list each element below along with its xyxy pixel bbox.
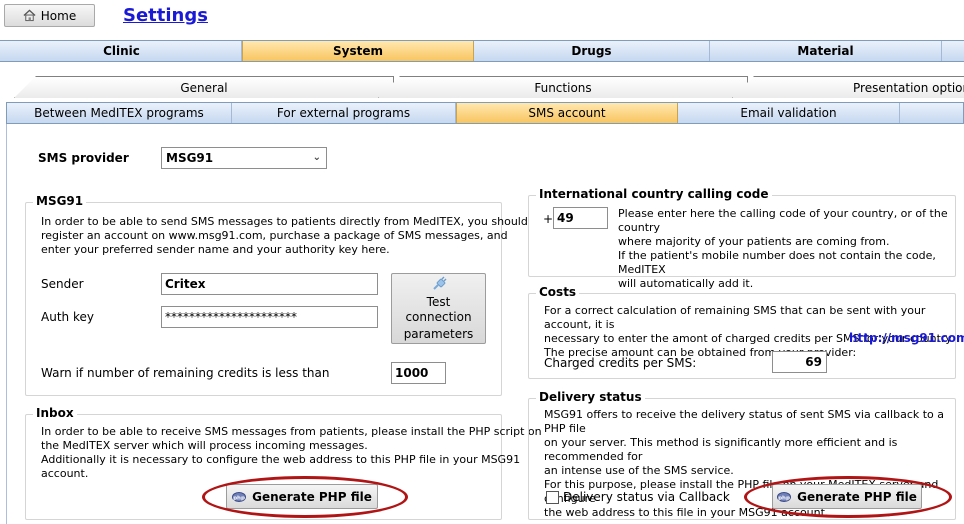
chevron-down-icon: ⌄ xyxy=(312,152,321,163)
tab-sms-account[interactable]: SMS account xyxy=(456,103,678,123)
sms-provider-select[interactable]: MSG91 ⌄ xyxy=(161,147,327,169)
sms-provider-label: SMS provider xyxy=(38,151,129,165)
warn-credits-input[interactable]: 1000 xyxy=(391,362,446,384)
auth-key-label: Auth key xyxy=(41,310,94,324)
calling-code-description: Please enter here the calling code of yo… xyxy=(618,207,948,290)
test-connection-button[interactable]: Test connection parameters xyxy=(391,273,486,344)
msg91-group-title: MSG91 xyxy=(33,194,87,208)
calling-code-plus: + xyxy=(543,212,554,226)
warn-credits-label: Warn if number of remaining credits is l… xyxy=(41,366,330,380)
tab-clinic[interactable]: Clinic xyxy=(2,41,242,61)
inbox-generate-php-button[interactable]: php Generate PHP file xyxy=(226,484,378,509)
main-tab-bar: Clinic System Drugs Material xyxy=(0,40,964,62)
sender-label: Sender xyxy=(41,277,84,291)
home-button[interactable]: Home xyxy=(4,4,95,27)
delivery-generate-php-button[interactable]: php Generate PHP file xyxy=(772,484,922,509)
charged-credits-label: Charged credits per SMS: xyxy=(544,356,697,370)
php-icon: php xyxy=(777,491,792,502)
tab-general[interactable]: General xyxy=(14,76,394,98)
delivery-callback-label: Delivery status via Callback xyxy=(563,490,730,504)
tab-for-external-programs[interactable]: For external programs xyxy=(232,103,456,123)
home-button-label: Home xyxy=(40,8,77,23)
svg-text:php: php xyxy=(233,495,245,501)
calling-code-input[interactable]: 49 xyxy=(553,207,608,229)
sub-tab-bar: General Functions Presentation options xyxy=(0,76,964,98)
tab-system[interactable]: System xyxy=(242,41,474,61)
delivery-status-group-title: Delivery status xyxy=(536,390,645,404)
msg91-description: In order to be able to send SMS messages… xyxy=(41,215,528,256)
delivery-callback-checkbox[interactable] xyxy=(546,491,559,504)
plug-icon xyxy=(432,276,446,290)
tab-functions[interactable]: Functions xyxy=(378,76,748,98)
tab-material[interactable]: Material xyxy=(710,41,942,61)
tab-between-meditex-programs[interactable]: Between MedITEX programs xyxy=(7,103,232,123)
auth-key-input[interactable]: ********************** xyxy=(161,306,378,328)
charged-credits-input[interactable]: 69 xyxy=(772,351,827,373)
tab-email-validation[interactable]: Email validation xyxy=(678,103,900,123)
php-icon: php xyxy=(232,491,247,502)
costs-group-title: Costs xyxy=(536,285,580,299)
calling-code-group-title: International country calling code xyxy=(536,187,772,201)
tab-drugs[interactable]: Drugs xyxy=(474,41,710,61)
svg-text:php: php xyxy=(778,495,790,501)
sender-input[interactable]: Critex xyxy=(161,273,378,295)
page-title: Settings xyxy=(123,5,208,26)
inbox-description: In order to be able to receive SMS messa… xyxy=(41,425,542,480)
tab-presentation-options[interactable]: Presentation options xyxy=(732,76,964,98)
msg91-link[interactable]: http://msg91.com xyxy=(849,331,964,345)
inbox-group-title: Inbox xyxy=(33,406,77,420)
sms-tab-bar: Between MedITEX programs For external pr… xyxy=(6,102,964,124)
home-icon xyxy=(23,9,36,22)
